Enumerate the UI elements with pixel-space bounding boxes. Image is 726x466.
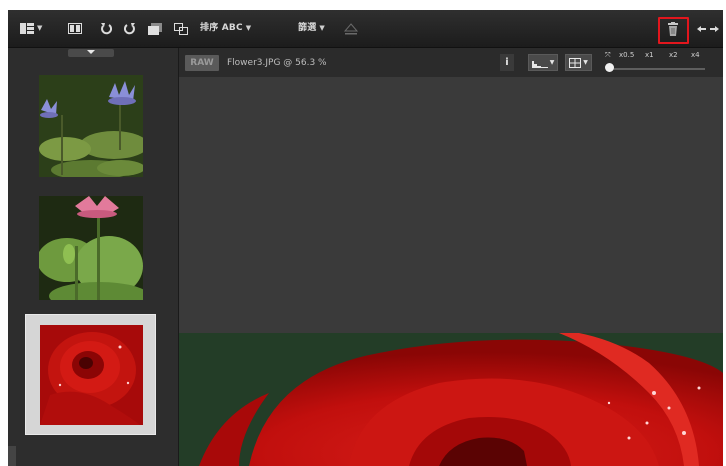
fit-icon: ⤧ [605, 51, 611, 59]
strip-collapse-handle[interactable] [68, 49, 114, 57]
zoom-slider-track[interactable] [610, 68, 705, 70]
link-icon [174, 22, 188, 35]
thumbnail-strip [8, 48, 179, 466]
filter-menu-button[interactable]: 篩選 ▼ [298, 19, 325, 38]
zoom-slider-handle[interactable] [605, 63, 614, 72]
viewer-toolbar: RAW Flower3.JPG @ 56.3 % i ▼ ▼ ⤧ x0.5 x1… [179, 48, 723, 77]
lotus-image [39, 196, 143, 300]
link-button[interactable] [174, 19, 188, 38]
grid-icon [569, 57, 582, 68]
filter-label: 篩選 [298, 23, 317, 33]
arrows-icon [697, 25, 719, 32]
rotate-right-button[interactable] [124, 19, 136, 38]
delete-button-highlight [658, 17, 689, 44]
rotate-right-icon [124, 22, 135, 34]
chevron-down-icon: ▼ [37, 24, 43, 32]
zoom-label-2: x2 [669, 51, 678, 59]
chevron-down-icon: ▼ [549, 59, 555, 66]
chevron-down-icon: ▼ [583, 59, 588, 66]
stack-button[interactable] [148, 19, 162, 38]
histogram-button[interactable]: ▼ [528, 54, 558, 71]
rotate-left-button[interactable] [100, 19, 112, 38]
zoom-label-4: x4 [691, 51, 700, 59]
image-viewer: RAW Flower3.JPG @ 56.3 % i ▼ ▼ ⤧ x0.5 x1… [179, 48, 723, 466]
rose-image [40, 325, 143, 425]
image-canvas[interactable] [179, 77, 723, 466]
layout-menu-button[interactable]: ▼ [20, 19, 42, 38]
strip-scrollbar[interactable] [8, 446, 16, 466]
rose-photo [179, 333, 723, 466]
rose-photo-image [179, 333, 723, 466]
lotus-thumbnail[interactable] [39, 196, 143, 300]
rose-thumbnail[interactable] [40, 325, 143, 425]
raw-badge[interactable]: RAW [185, 55, 219, 71]
chevron-down-icon [87, 50, 95, 54]
water-lily-thumbnail[interactable] [39, 75, 143, 177]
water-lily-image [39, 75, 143, 177]
eject-icon [344, 22, 358, 34]
compare-icon [68, 23, 82, 34]
photo-viewer-app: ▼ 排序 ABC ▼ 篩選 ▼ RAW Flower3.JPG @ 56.3 %… [8, 10, 723, 466]
info-button[interactable]: i [500, 54, 514, 71]
stack-icon [148, 22, 162, 35]
file-zoom-label: Flower3.JPG @ 56.3 % [227, 58, 327, 68]
expand-button[interactable] [697, 19, 719, 38]
main-toolbar: ▼ 排序 ABC ▼ 篩選 ▼ [8, 10, 723, 48]
zoom-label-05: x0.5 [619, 51, 635, 59]
eject-button[interactable] [344, 19, 358, 38]
compare-button[interactable] [68, 19, 82, 38]
rotate-left-icon [101, 22, 112, 34]
zoom-scale: ⤧ x0.5 x1 x2 x4 [605, 51, 715, 61]
sort-label: 排序 ABC [200, 23, 243, 33]
chevron-down-icon: ▼ [319, 24, 325, 32]
chevron-down-icon: ▼ [245, 24, 252, 32]
sort-menu-button[interactable]: 排序 ABC ▼ [200, 19, 251, 38]
histogram-icon [531, 60, 548, 68]
info-icon: i [505, 57, 509, 68]
view-mode-button[interactable]: ▼ [565, 54, 592, 71]
zoom-label-1: x1 [645, 51, 654, 59]
selected-thumbnail-frame[interactable] [25, 314, 156, 435]
layout-icon [20, 23, 34, 34]
